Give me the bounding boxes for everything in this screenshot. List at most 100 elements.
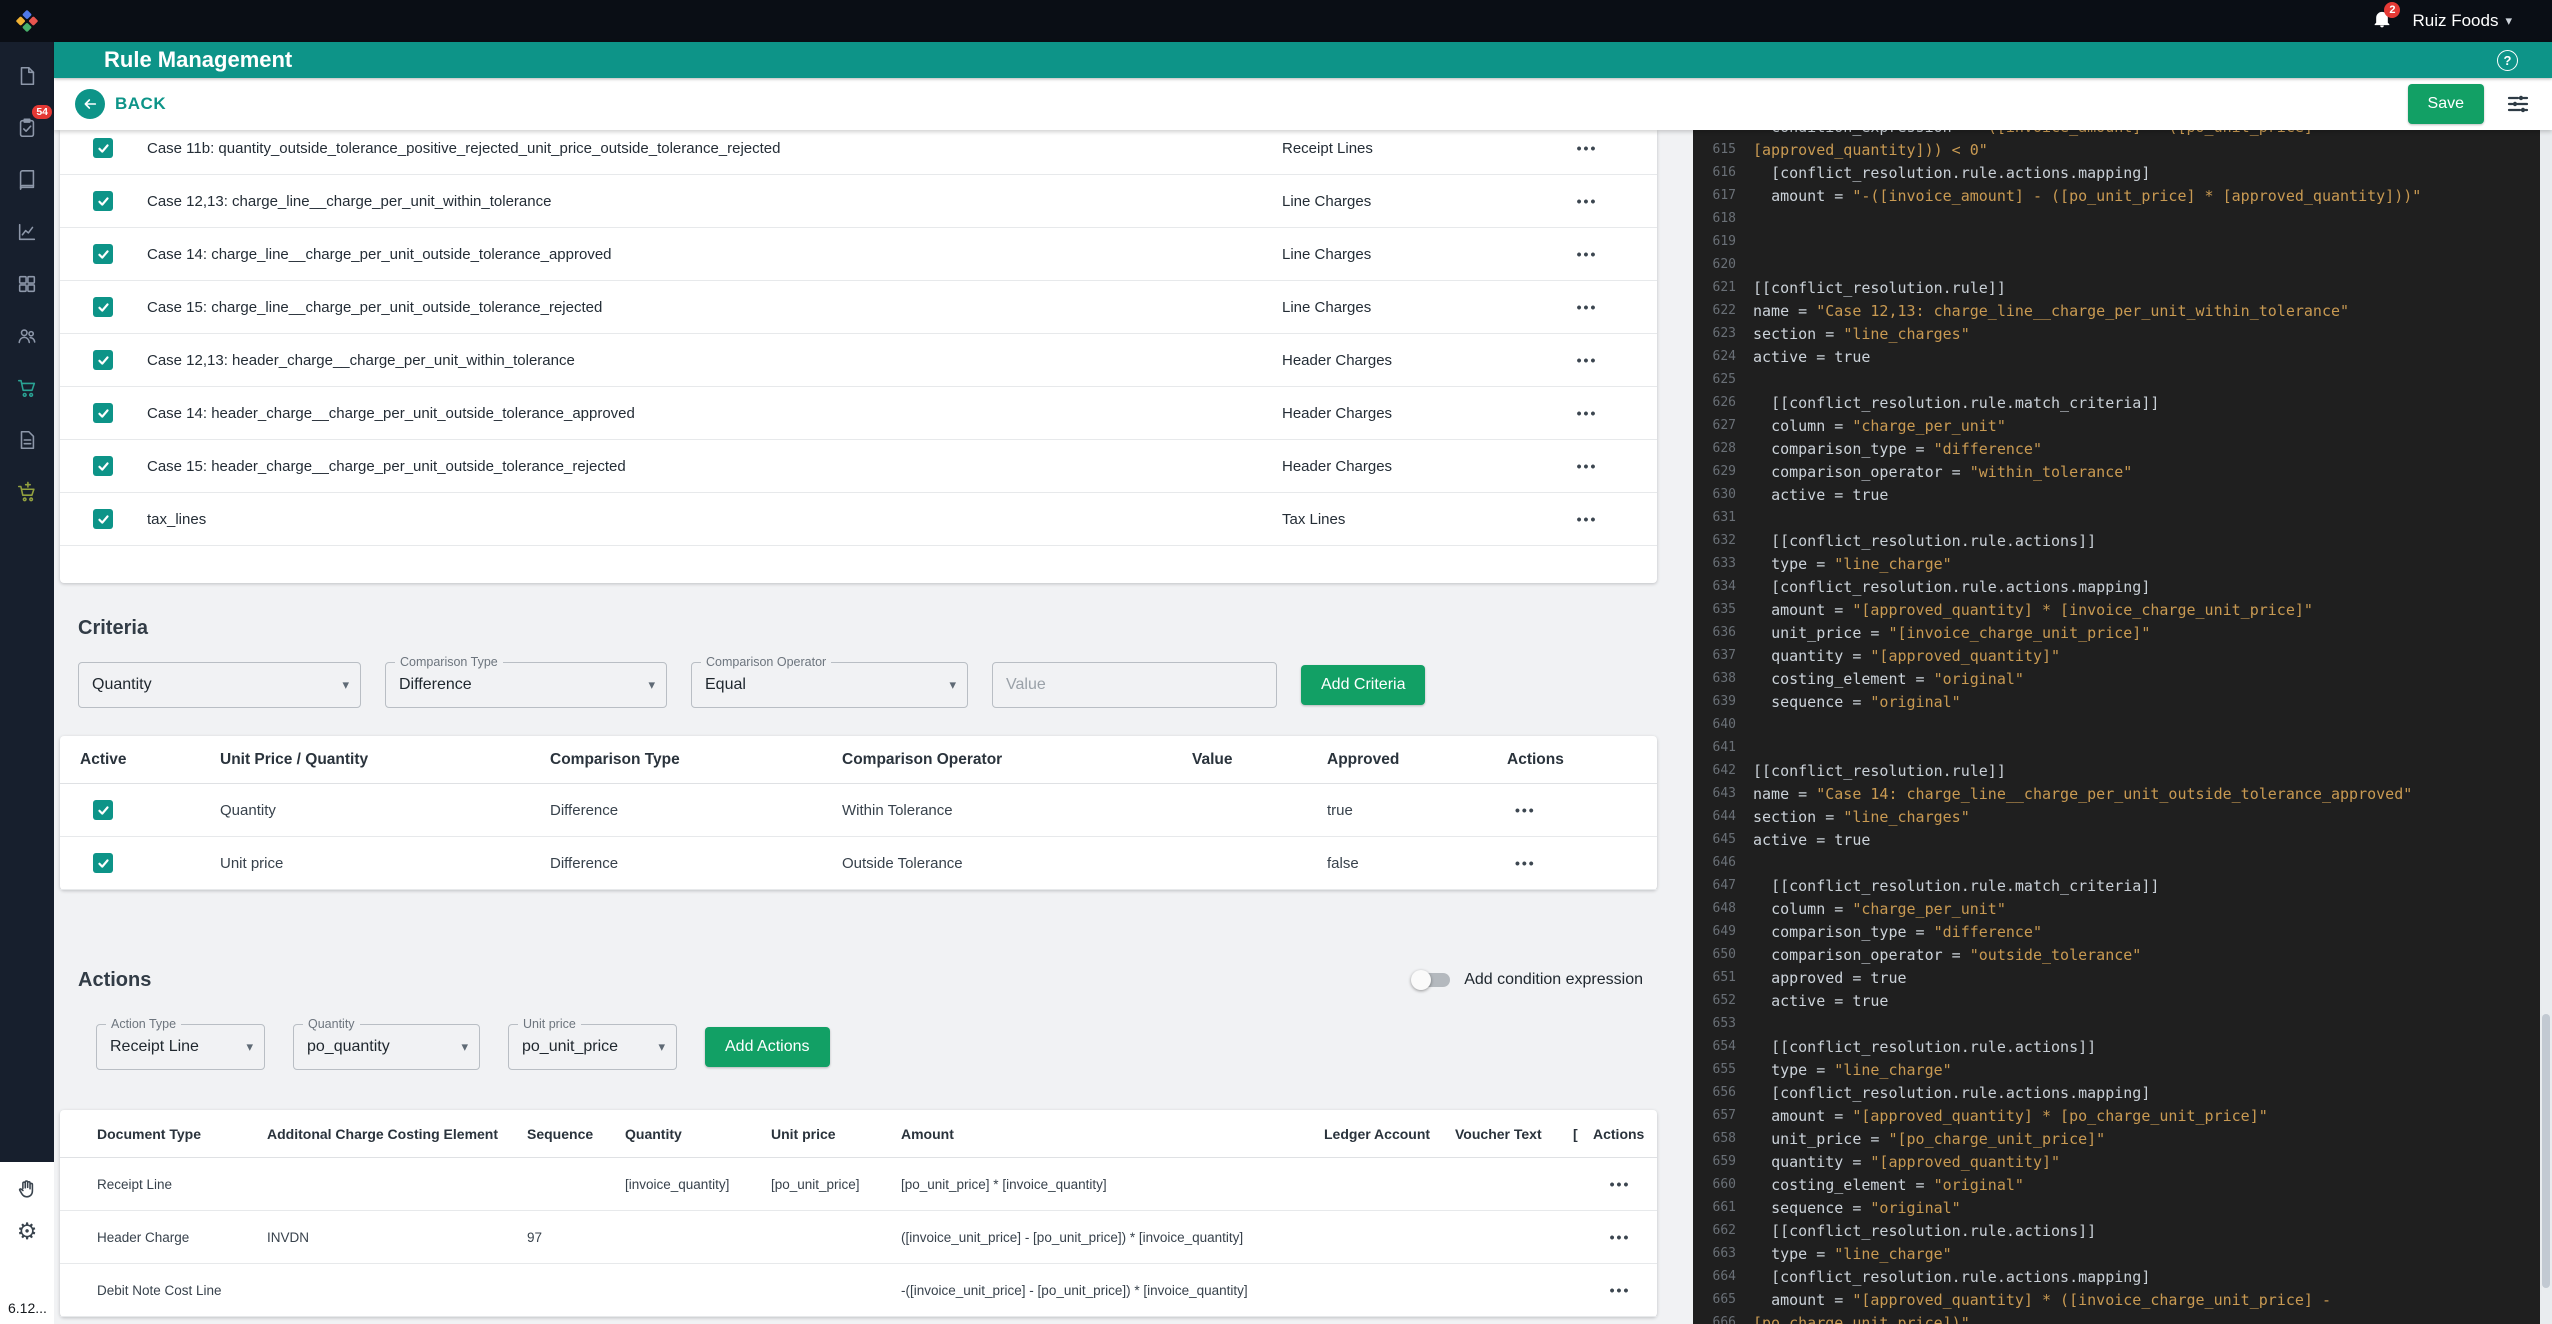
account-menu[interactable]: Ruiz Foods ▾ (2412, 11, 2512, 31)
action-actions-button[interactable]: ••• (1610, 1229, 1631, 1245)
code-editor[interactable]: 614 condition_expression = "([invoice_am… (1693, 130, 2552, 1324)
scrollbar[interactable] (2540, 130, 2552, 1324)
line-number: 637 (1712, 648, 1736, 663)
action-quantity-select[interactable]: Quantity po_quantity ▾ (293, 1017, 480, 1070)
criteria-value-input[interactable] (992, 662, 1277, 708)
sidebar-item-people[interactable] (0, 310, 54, 362)
line-number: 632 (1712, 533, 1736, 548)
action-actions-button[interactable]: ••• (1610, 1282, 1631, 1298)
checkbox-checked[interactable] (93, 456, 113, 476)
add-actions-button[interactable]: Add Actions (705, 1027, 830, 1067)
line-number: 622 (1712, 303, 1736, 318)
code-line: 644 section = "line_charges" (1693, 805, 2552, 828)
col-approved: Approved (1327, 750, 1400, 768)
sidebar-item-tasks[interactable]: 54 (0, 102, 54, 154)
comparison-operator-select[interactable]: Comparison Operator Equal ▾ (691, 655, 968, 708)
toolbar: BACK Save (54, 78, 2552, 130)
checkbox-checked[interactable] (93, 350, 113, 370)
criteria-actions-button[interactable]: ••• (1515, 855, 1536, 871)
code-line: 660 costing_element = "original" (1693, 1173, 2552, 1196)
code-line: 663 type = "line_charge" (1693, 1242, 2552, 1265)
back-button[interactable]: BACK (75, 89, 166, 119)
criteria-actions-button[interactable]: ••• (1515, 802, 1536, 818)
rule-row: Case 12,13: charge_line__charge_per_unit… (60, 175, 1657, 228)
support-hand-icon[interactable] (16, 1178, 38, 1205)
criteria-heading: Criteria (78, 617, 149, 639)
book-icon (19, 170, 35, 190)
rule-actions-button[interactable]: ••• (1577, 352, 1598, 368)
action-type-select[interactable]: Action Type Receipt Line ▾ (96, 1017, 265, 1070)
rule-actions-button[interactable]: ••• (1577, 458, 1598, 474)
sidebar-item-procurement[interactable] (0, 466, 54, 518)
comparison-type-select[interactable]: Comparison Type Difference ▾ (385, 655, 667, 708)
col-costing-element: Additonal Charge Costing Element (267, 1125, 499, 1142)
actions-table-body: Receipt Line [invoice_quantity] [po_unit_p… (60, 1158, 1657, 1317)
criteria-field-select[interactable]: Quantity ▾ (78, 662, 361, 708)
add-criteria-button[interactable]: Add Criteria (1301, 665, 1426, 705)
line-number: 655 (1712, 1062, 1736, 1077)
action-actions-button[interactable]: ••• (1610, 1176, 1631, 1192)
sidebar-item-documents[interactable] (0, 50, 54, 102)
checkbox-checked[interactable] (93, 853, 113, 873)
rule-actions-button[interactable]: ••• (1577, 511, 1598, 527)
cart-plus-icon (17, 481, 35, 502)
notification-badge: 2 (2384, 1, 2401, 18)
condition-expression-toggle[interactable]: Add condition expression (1411, 970, 1643, 990)
rule-category: Header Charges (1282, 404, 1393, 422)
page-title: Rule Management (104, 47, 293, 72)
document-icon (20, 66, 35, 86)
save-button[interactable]: Save (2407, 84, 2484, 124)
sidebar-item-analytics[interactable] (0, 206, 54, 258)
code-line: 653 (1693, 1012, 2552, 1035)
rule-category: Header Charges (1282, 351, 1393, 369)
rule-name: Case 14: header_charge__charge_per_unit_… (147, 404, 635, 422)
code-line: 633 type = "line_charge" (1693, 552, 2552, 575)
page-header: Rule Management ? (54, 42, 2552, 78)
chevron-down-icon: ▾ (949, 677, 956, 692)
sidebar-item-modules[interactable] (0, 258, 54, 310)
col-amount: Amount (901, 1125, 954, 1142)
checkbox-checked[interactable] (93, 138, 113, 158)
settings-gear-icon[interactable]: ⚙ (17, 1221, 38, 1244)
scrollbar-thumb[interactable] (2542, 1013, 2550, 1289)
action-unit-price-select[interactable]: Unit price po_unit_price ▾ (508, 1017, 677, 1070)
chart-icon (18, 223, 36, 241)
checkbox-checked[interactable] (93, 800, 113, 820)
app-logo-icon[interactable] (0, 9, 54, 33)
code-line: 664 [conflict_resolution.rule.actions.ma… (1693, 1265, 2552, 1288)
code-line: 619 (1693, 230, 2552, 253)
rule-row: Case 11b: quantity_outside_tolerance_pos… (60, 130, 1657, 175)
rule-row: Case 15: charge_line__charge_per_unit_ou… (60, 281, 1657, 334)
help-icon[interactable]: ? (2497, 49, 2518, 71)
checkbox-checked[interactable] (93, 244, 113, 264)
line-number: 619 (1712, 234, 1736, 249)
rule-actions-button[interactable]: ••• (1577, 405, 1598, 421)
actions-heading: Actions (78, 968, 152, 991)
rule-actions-button[interactable]: ••• (1577, 246, 1598, 262)
line-number: 627 (1712, 418, 1736, 433)
sidebar-item-ledger[interactable] (0, 154, 54, 206)
action-document-type: Debit Note Cost Line (97, 1282, 222, 1298)
rule-actions-button[interactable]: ••• (1577, 193, 1598, 209)
rule-actions-button[interactable]: ••• (1577, 299, 1598, 315)
code-line: 665 amount = "[approved_quantity] * ([in… (1693, 1288, 2552, 1311)
col-sequence: Sequence (527, 1125, 594, 1142)
checkbox-checked[interactable] (93, 191, 113, 211)
code-line: 624 active = true (1693, 345, 2552, 368)
rule-actions-button[interactable]: ••• (1577, 140, 1598, 156)
code-line: 640 (1693, 713, 2552, 736)
rule-name: Case 15: charge_line__charge_per_unit_ou… (147, 298, 603, 316)
code-line: 648 column = "charge_per_unit" (1693, 897, 2552, 920)
code-line: 658 unit_price = "[po_charge_unit_price]… (1693, 1127, 2552, 1150)
checkbox-checked[interactable] (93, 297, 113, 317)
line-number: 640 (1712, 717, 1736, 732)
notifications-button[interactable]: 2 (2372, 1, 2401, 34)
sidebar-item-purchasing[interactable] (0, 362, 54, 414)
checkbox-checked[interactable] (93, 509, 113, 529)
checkbox-checked[interactable] (93, 403, 113, 423)
filter-tune-icon[interactable] (2506, 92, 2530, 116)
col-field: Unit Price / Quantity (220, 750, 369, 768)
chevron-down-icon: ▾ (461, 1039, 468, 1054)
sidebar-item-invoices[interactable] (0, 414, 54, 466)
line-number: 661 (1712, 1200, 1736, 1215)
